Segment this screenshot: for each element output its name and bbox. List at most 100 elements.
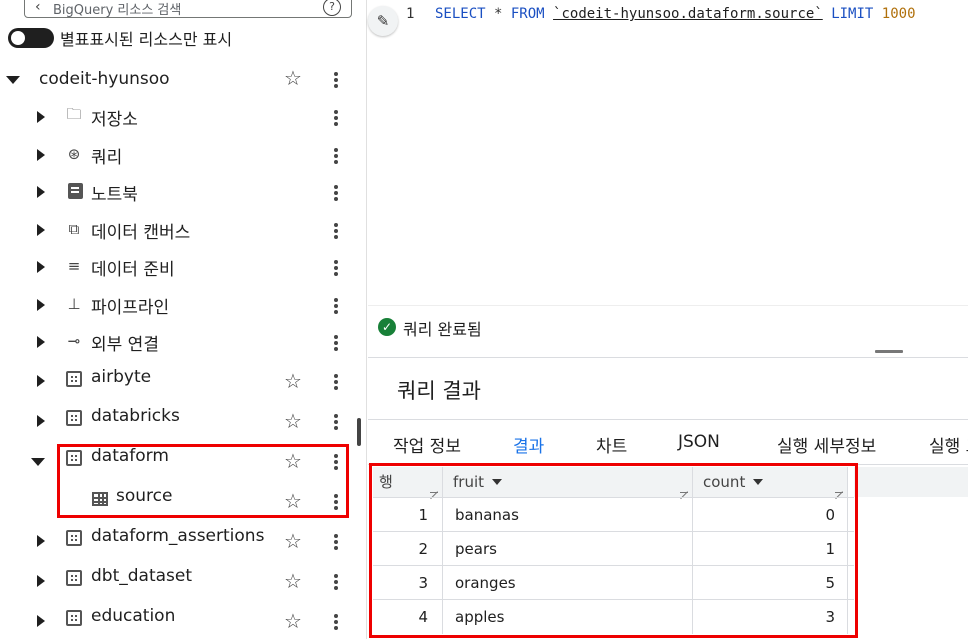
more-vert-icon[interactable] — [330, 372, 342, 392]
resize-handle[interactable] — [875, 350, 903, 353]
panel-divider[interactable] — [366, 0, 367, 639]
tree-item-label: 저장소 — [91, 110, 138, 130]
chevron-down-icon[interactable] — [6, 76, 20, 84]
editor-gutter: ✎ 1 — [368, 0, 434, 305]
resource-search-input[interactable]: ‹ BigQuery 리소스 검색 ? — [24, 0, 352, 18]
chevron-right-icon[interactable] — [37, 299, 45, 311]
sql-limit-value: 1000 — [881, 6, 916, 22]
tree-item-label: dbt_dataset — [91, 566, 193, 586]
tree-item-data-prep[interactable]: ≡ 데이터 준비 — [0, 249, 358, 285]
check-circle-icon: ✓ — [378, 318, 396, 336]
search-icon: ‹ — [35, 0, 41, 15]
tree-item-storage[interactable]: 🗀 저장소 — [0, 99, 358, 135]
dataset-icon — [65, 370, 83, 388]
chevron-right-icon[interactable] — [37, 336, 45, 348]
external-connection-icon: ⊸ — [67, 332, 81, 350]
tree-item-label: 쿼리 — [91, 148, 123, 168]
tree-item-label: 파이프라인 — [91, 298, 170, 318]
star-icon[interactable]: ☆ — [284, 68, 302, 88]
more-vert-icon[interactable] — [330, 296, 342, 316]
more-vert-icon[interactable] — [330, 146, 342, 166]
star-icon[interactable]: ☆ — [284, 411, 302, 431]
tree-item-pipeline[interactable]: ⊥ 파이프라인 — [0, 287, 358, 323]
more-vert-icon[interactable] — [330, 333, 342, 353]
more-vert-icon[interactable] — [330, 70, 342, 90]
data-canvas-icon: ⧉ — [68, 220, 80, 238]
tab-json[interactable]: JSON — [678, 432, 720, 452]
sql-star: * — [485, 6, 511, 22]
tab-chart[interactable]: 차트 — [596, 432, 627, 457]
more-vert-icon[interactable] — [330, 532, 342, 552]
pipeline-icon: ⊥ — [67, 295, 81, 313]
highlight-box — [369, 463, 858, 638]
sql-editor[interactable]: ✎ 1 SELECT * FROM `codeit-hyunsoo.datafo… — [368, 0, 968, 305]
tab-results[interactable]: 결과 — [513, 432, 544, 457]
tab-job-info[interactable]: 작업 정보 — [393, 432, 461, 457]
line-number: 1 — [406, 6, 415, 22]
dataset-icon — [65, 609, 83, 627]
gemini-pen-icon[interactable]: ✎ — [368, 6, 398, 36]
chevron-right-icon[interactable] — [37, 261, 45, 273]
search-placeholder: BigQuery 리소스 검색 — [53, 3, 182, 18]
chevron-down-icon[interactable] — [31, 458, 45, 466]
query-icon: ⊛ — [67, 145, 81, 163]
chevron-right-icon[interactable] — [37, 575, 45, 587]
tree-item-dataset-airbyte[interactable]: airbyte ☆ — [0, 361, 358, 397]
sql-code[interactable]: SELECT * FROM `codeit-hyunsoo.dataform.s… — [435, 6, 916, 22]
results-tabs: 작업 정보 결과 차트 JSON 실행 세부정보 실행 그 — [368, 419, 968, 465]
tab-execution-details[interactable]: 실행 세부정보 — [777, 432, 876, 457]
more-vert-icon[interactable] — [330, 258, 342, 278]
tree-item-dataset-databricks[interactable]: databricks ☆ — [0, 401, 358, 437]
tree-item-label: education — [91, 606, 176, 626]
starred-only-toggle[interactable] — [8, 28, 54, 48]
chevron-right-icon[interactable] — [37, 149, 45, 161]
divider — [368, 357, 968, 358]
explorer-panel: ‹ BigQuery 리소스 검색 ? 별표표시된 리소스만 표시 codeit… — [0, 0, 358, 639]
star-icon[interactable]: ☆ — [284, 571, 302, 591]
tree-item-label: dataform_assertions — [91, 526, 265, 546]
chevron-right-icon[interactable] — [37, 186, 45, 198]
tree-item-dataset-dbt-dataset[interactable]: dbt_dataset ☆ — [0, 561, 358, 597]
dataset-icon — [65, 409, 83, 427]
tree-item-dataset-dataform-assertions[interactable]: dataform_assertions ☆ — [0, 521, 358, 557]
chevron-right-icon[interactable] — [37, 224, 45, 236]
tree-item-label: 데이터 캔버스 — [91, 223, 191, 243]
chevron-right-icon[interactable] — [37, 375, 45, 387]
highlight-box — [57, 444, 349, 518]
sql-keyword-limit: LIMIT — [831, 6, 874, 22]
tree-item-label: airbyte — [91, 367, 152, 387]
chevron-right-icon[interactable] — [37, 111, 45, 123]
tree-item-label: 노트북 — [91, 185, 138, 205]
storage-icon: 🗀 — [66, 104, 82, 123]
tree-item-query[interactable]: ⊛ 쿼리 — [0, 137, 358, 173]
tree-item-external-connection[interactable]: ⊸ 외부 연결 — [0, 324, 358, 360]
tree-item-notebook[interactable]: 노트북 — [0, 174, 358, 210]
starred-only-label: 별표표시된 리소스만 표시 — [60, 30, 233, 49]
help-icon[interactable]: ? — [323, 0, 341, 16]
tree-item-label: 외부 연결 — [91, 335, 159, 355]
grid-header-filler — [854, 467, 968, 497]
star-icon[interactable]: ☆ — [284, 371, 302, 391]
more-vert-icon[interactable] — [330, 572, 342, 592]
sql-table-ref[interactable]: `codeit-hyunsoo.dataform.source` — [553, 6, 823, 22]
tree-item-dataset-education[interactable]: education ☆ — [0, 601, 358, 637]
chevron-right-icon[interactable] — [37, 415, 45, 427]
sql-keyword-from: FROM — [510, 6, 545, 22]
star-icon[interactable]: ☆ — [284, 531, 302, 551]
tree-item-data-canvas[interactable]: ⧉ 데이터 캔버스 — [0, 212, 358, 248]
tree-item-project[interactable]: codeit-hyunsoo ☆ — [0, 61, 358, 97]
chevron-right-icon[interactable] — [37, 535, 45, 547]
tab-execution-graph[interactable]: 실행 그 — [929, 432, 968, 457]
chevron-right-icon[interactable] — [37, 615, 45, 627]
star-icon[interactable]: ☆ — [284, 611, 302, 631]
more-vert-icon[interactable] — [330, 183, 342, 203]
more-vert-icon[interactable] — [330, 612, 342, 632]
explorer-scrollbar[interactable] — [357, 418, 361, 446]
sql-keyword-select: SELECT — [435, 6, 486, 22]
data-prep-icon: ≡ — [67, 257, 81, 275]
starred-only-toggle-row: 별표표시된 리소스만 표시 — [8, 26, 232, 50]
more-vert-icon[interactable] — [330, 221, 342, 241]
query-status-bar: ✓ 쿼리 완료됨 — [368, 305, 968, 357]
more-vert-icon[interactable] — [330, 108, 342, 128]
more-vert-icon[interactable] — [330, 412, 342, 432]
